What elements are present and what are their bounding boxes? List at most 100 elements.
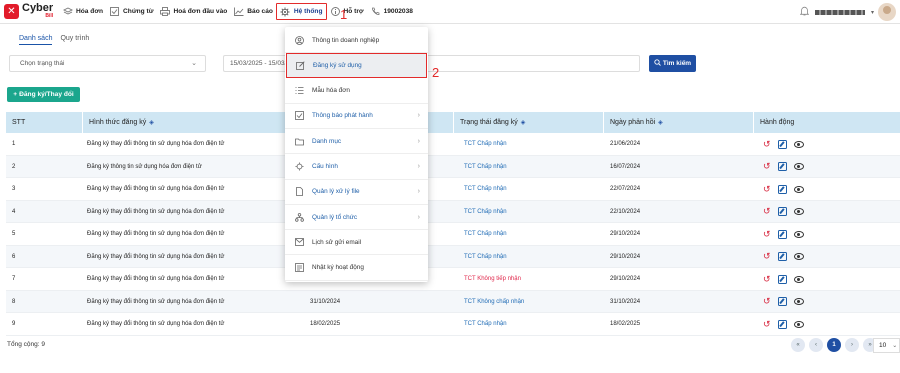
bell-icon[interactable] [799,6,810,18]
view-icon[interactable] [793,185,804,193]
first-page-button[interactable]: « [791,338,805,352]
sort-icon[interactable]: ◈ [521,119,526,126]
search-input[interactable] [428,55,640,72]
nav-hotline[interactable]: 19002038 [367,0,416,24]
sort-icon[interactable]: ◈ [149,119,154,126]
edit-icon[interactable] [777,297,787,306]
menu-item[interactable]: Quản lý tổ chức › [285,205,428,231]
next-page-button[interactable]: › [845,338,859,352]
cell-actions: ↺ [763,313,804,335]
avatar[interactable] [878,3,896,21]
annotation-number-2: 2 [432,65,440,80]
page-size-select[interactable]: 10 ⌄ [873,338,900,353]
menu-item[interactable]: Đăng ký sử dụng [286,53,427,79]
annotation-number-1: 1 [340,7,348,22]
history-icon[interactable]: ↺ [763,161,771,172]
menu-item[interactable]: Danh mục › [285,129,428,155]
edit-icon[interactable] [777,184,787,194]
cell-date: 31/10/2024 [310,298,341,305]
status-select[interactable]: Chọn trạng thái ⌄ [9,55,206,72]
menu-item[interactable]: Nhật ký hoạt động [285,256,428,281]
view-icon[interactable] [793,253,804,260]
cyberbill-logo[interactable]: ✕ Cyber Bill [4,2,59,20]
table-row[interactable]: 2 Đăng ký thông tin sử dụng hóa đơn điện … [6,155,900,178]
file-icon [294,187,305,197]
cell-stt: 4 [12,208,16,215]
checkbox-icon [294,111,305,121]
col-registration-type[interactable]: Hình thức đăng ký ◈ [82,112,305,133]
col-response-date[interactable]: Ngày phản hồi ◈ [603,112,753,133]
menu-item[interactable]: Mẫu hóa đơn [285,79,428,104]
history-icon[interactable]: ↺ [763,229,771,240]
table-row[interactable]: 7 Đăng ký thay đổi thông tin sử dụng hóa … [6,268,900,291]
view-icon[interactable] [793,320,804,328]
nav-chung-tu[interactable]: Chứng từ [106,0,156,24]
edit-icon[interactable] [777,229,787,239]
table-row[interactable]: 5 Đăng ký thay đổi thông tin sử dụng hóa … [6,223,900,246]
history-icon[interactable]: ↺ [763,139,771,150]
menu-item-label: Đăng ký sử dụng [313,61,362,69]
history-icon[interactable]: ↺ [763,274,771,285]
menu-item[interactable]: Cấu hình › [285,155,428,180]
table-row[interactable]: 9 Đăng ký thay đổi thông tin sử dụng hóa … [6,313,900,336]
edit-icon[interactable] [777,252,787,261]
nav-hoa-don[interactable]: Hóa đơn [59,0,106,24]
history-icon[interactable]: ↺ [763,251,771,262]
view-icon[interactable] [793,230,804,238]
cell-actions: ↺ [763,178,804,200]
tab-quy-trinh[interactable]: Quy trình [60,35,89,45]
layers-icon [62,7,73,17]
edit-icon[interactable] [777,162,787,171]
history-icon[interactable]: ↺ [763,296,771,307]
date-range-input[interactable]: 15/03/2025 - 15/03/ [223,55,285,72]
search-button-label: Tìm kiếm [662,60,692,67]
chevron-down-icon[interactable]: ▾ [871,9,874,16]
menu-item-label: Danh mục [312,137,342,145]
cell-actions: ↺ [763,291,804,313]
menu-item[interactable]: Quản lý xử lý file › [285,180,428,205]
menu-item[interactable]: Thông báo phát hành › [285,104,428,129]
prev-page-button[interactable]: ‹ [809,338,823,352]
view-icon[interactable] [793,298,804,305]
printer-icon [159,7,170,17]
table-row[interactable]: 3 Đăng ký thay đổi thông tin sử dụng hóa … [6,178,900,201]
history-icon[interactable]: ↺ [763,319,771,330]
register-change-button[interactable]: + Đăng ký/Thay đổi [7,87,80,102]
menu-item[interactable]: Lịch sử gửi email [285,230,428,256]
table-row[interactable]: 8 Đăng ký thay đổi thông tin sử dụng hóa … [6,290,900,313]
nav-bao-cao[interactable]: Báo cáo [230,0,276,24]
edit-icon[interactable] [777,139,787,149]
chevron-right-icon: › [417,188,420,196]
col-status[interactable]: Trạng thái đăng ký ◈ [453,112,603,133]
page-1-button[interactable]: 1 [827,338,841,352]
edit-icon[interactable] [777,274,787,284]
view-icon[interactable] [793,140,804,148]
view-icon[interactable] [793,163,804,170]
cell-registration-type: Đăng ký thay đổi thông tin sử dụng hóa đ… [87,276,225,282]
table-header: STT Hình thức đăng ký ◈ Trạng thái đăng k… [6,112,900,133]
chevron-right-icon: › [417,163,420,170]
table-row[interactable]: 1 Đăng ký thay đổi thông tin sử dụng hóa … [6,133,900,156]
table-row[interactable]: 4 Đăng ký thay đổi thông tin sử dụng hóa … [6,200,900,223]
logo-mark-icon: ✕ [4,4,19,19]
chevron-down-icon: ⌄ [892,343,898,349]
edit-icon[interactable] [777,319,787,329]
cell-response-date: 18/02/2025 [610,321,641,327]
cell-registration-type: Đăng ký thay đổi thông tin sử dụng hóa đ… [87,253,225,260]
history-icon[interactable]: ↺ [763,184,771,195]
edit-icon[interactable] [777,207,787,216]
cell-response-date: 29/10/2024 [610,276,641,282]
cell-status: TCT Chấp nhận [464,253,507,260]
view-icon[interactable] [793,275,804,283]
user-name-redacted[interactable] [814,9,865,15]
view-icon[interactable] [793,208,804,215]
table-row[interactable]: 6 Đăng ký thay đổi thông tin sử dụng hóa … [6,245,900,268]
nav-hoa-don-dau-vao[interactable]: Hoá đơn đầu vào [156,0,230,24]
tab-danh-sach[interactable]: Danh sách [19,35,53,45]
sort-icon[interactable]: ◈ [658,119,663,126]
status-select-placeholder: Chọn trạng thái [20,60,65,67]
history-icon[interactable]: ↺ [763,206,771,217]
nav-he-thong[interactable]: Hệ thống [275,3,327,20]
search-button[interactable]: Tìm kiếm [649,55,696,72]
menu-item[interactable]: Thông tin doanh nghiệp [285,28,428,53]
